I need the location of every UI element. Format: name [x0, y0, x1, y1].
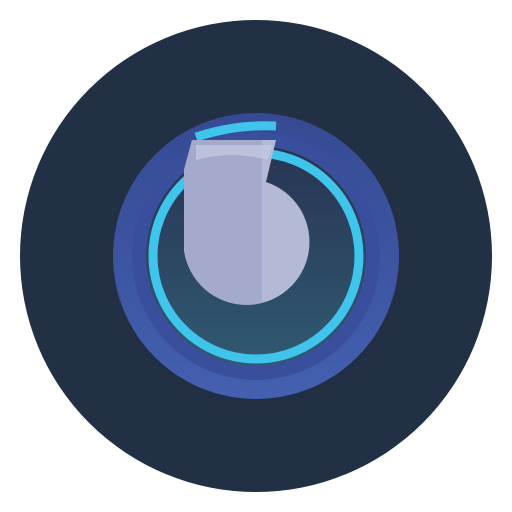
app-launcher-icon[interactable] [0, 0, 512, 512]
icon-canvas [0, 0, 512, 512]
